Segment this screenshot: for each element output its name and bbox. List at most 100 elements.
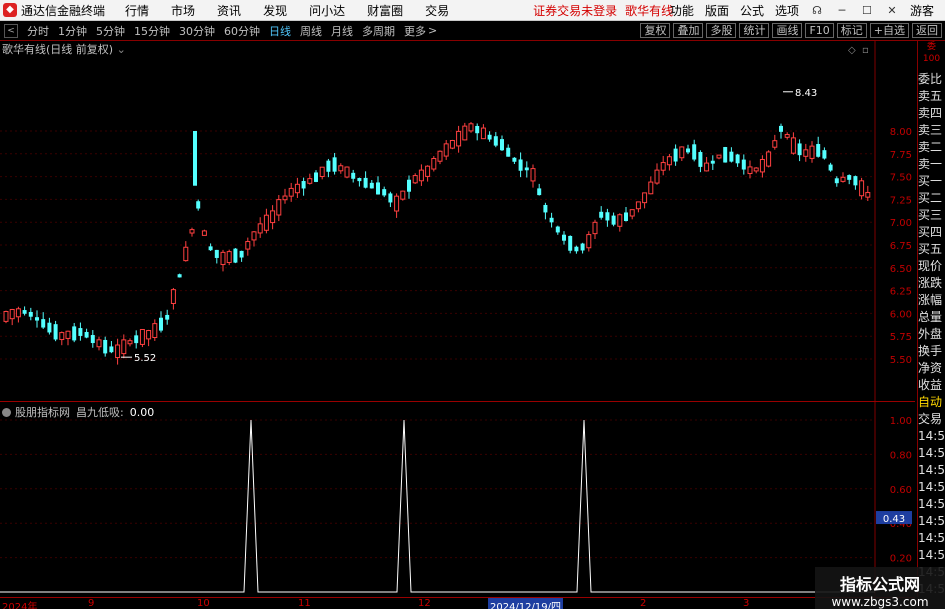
quote-panel-item[interactable]: 14:56: [918, 530, 945, 547]
menu-exchange[interactable]: 市场: [171, 2, 195, 19]
settings-icon[interactable]: ▫: [862, 45, 869, 56]
quote-panel-item[interactable]: 卖四: [918, 105, 945, 122]
menu-formula[interactable]: 公式: [740, 2, 764, 19]
candle-body: [790, 137, 796, 154]
period-15min[interactable]: 15分钟: [134, 23, 170, 39]
menubar: ◆ 通达信金融终端 行情 市场 资讯 发现 问小达 财富圈 交易 证券交易未登录…: [0, 0, 945, 21]
period-30min[interactable]: 30分钟: [179, 23, 215, 39]
user-label[interactable]: 游客: [910, 2, 934, 19]
quote-panel-item[interactable]: 买五: [918, 241, 945, 258]
close-icon[interactable]: ✕: [885, 4, 899, 17]
quote-panel-item[interactable]: 净资: [918, 360, 945, 377]
quote-panel-item[interactable]: 收益: [918, 377, 945, 394]
menu-options[interactable]: 选项: [775, 2, 799, 19]
quote-panel-item[interactable]: 14:56: [918, 547, 945, 564]
menu-discover[interactable]: 发现: [263, 2, 287, 19]
multi-stock-button[interactable]: 多股: [706, 23, 737, 38]
quote-panel-item[interactable]: 卖五: [918, 88, 945, 105]
high-price-label: 8.43: [795, 88, 817, 99]
candle-body: [443, 143, 449, 157]
period-tick[interactable]: 分时: [27, 23, 49, 39]
kline-chart[interactable]: 歌华有线(日线 前复权) ⌄ 8.00 7.75 7.50 7.25 7.00 6.75 6…: [0, 41, 915, 401]
quote-panel-item[interactable]: 交易: [918, 411, 945, 428]
quote-panel-item[interactable]: 14:56: [918, 445, 945, 462]
period-multi[interactable]: 多周期: [362, 23, 395, 39]
quote-panel-item[interactable]: 卖二: [918, 139, 945, 156]
candle-body: [28, 311, 33, 317]
quote-panel-item[interactable]: 涨幅: [918, 292, 945, 309]
candle-body: [679, 146, 685, 159]
candle-body: [493, 136, 498, 146]
quote-panel-item[interactable]: 14:56: [918, 479, 945, 496]
candle-body: [9, 308, 15, 320]
period-1min[interactable]: 1分钟: [58, 23, 87, 39]
menu-function[interactable]: 功能: [670, 2, 694, 19]
diamond-icon[interactable]: ◇: [848, 45, 856, 56]
menu-wealth[interactable]: 财富圈: [367, 2, 403, 19]
quote-panel-item[interactable]: 14:56: [918, 496, 945, 513]
price-tick-label: 8.00: [890, 127, 912, 138]
candle-body: [270, 210, 276, 224]
candle-body: [549, 217, 554, 223]
candle-body: [692, 144, 697, 160]
period-daily[interactable]: 日线: [269, 23, 291, 39]
quote-panel-item[interactable]: 14:56: [918, 462, 945, 479]
candle-body: [654, 169, 660, 184]
period-weekly[interactable]: 周线: [300, 23, 322, 39]
quote-panel: 委 100 委比 卖五 卖四 卖三 卖二 卖一 买一 买二 买三 买四 买五 现价 涨跌 涨幅 总量 外盘 换手…: [917, 41, 945, 597]
adjust-button[interactable]: 复权: [640, 23, 671, 38]
menu-layout[interactable]: 版面: [705, 2, 729, 19]
candle-body: [170, 289, 176, 304]
period-monthly[interactable]: 月线: [331, 23, 353, 39]
indicator-chart[interactable]: 股朋指标网 昌九低吸: 0.00 1.00 0.80 0.60 0.40 0.20 0.4…: [0, 401, 915, 598]
draw-line-button[interactable]: 画线: [772, 23, 803, 38]
quote-panel-item[interactable]: 买三: [918, 207, 945, 224]
quote-panel-item[interactable]: 现价: [918, 258, 945, 275]
candle-body: [201, 230, 207, 236]
period-more[interactable]: 更多: [404, 23, 426, 39]
app-name: 通达信金融终端: [21, 3, 106, 18]
quote-panel-item[interactable]: 卖三: [918, 122, 945, 139]
period-5min[interactable]: 5分钟: [96, 23, 125, 39]
back-arrow-icon[interactable]: <: [4, 23, 18, 38]
candle-body: [41, 319, 46, 328]
menu-market[interactable]: 行情: [125, 2, 149, 19]
candle-body: [22, 310, 27, 314]
maximize-icon[interactable]: ☐: [860, 4, 874, 17]
quote-panel-item[interactable]: 买二: [918, 190, 945, 207]
f10-button[interactable]: F10: [805, 23, 834, 38]
quote-panel-item[interactable]: 自动: [918, 394, 945, 411]
overlay-button[interactable]: 叠加: [673, 23, 704, 38]
candle-body: [394, 195, 400, 212]
candle-body: [537, 188, 542, 196]
stats-button[interactable]: 统计: [739, 23, 770, 38]
quote-panel-item[interactable]: 委比: [918, 71, 945, 88]
quote-panel-item[interactable]: 买四: [918, 224, 945, 241]
minimize-icon[interactable]: ─: [835, 4, 849, 17]
date-label: 3: [743, 598, 750, 609]
login-notice[interactable]: 证券交易未登录: [533, 2, 617, 19]
menu-news[interactable]: 资讯: [217, 2, 241, 19]
quote-panel-item[interactable]: 买一: [918, 173, 945, 190]
period-60min[interactable]: 60分钟: [224, 23, 260, 39]
quote-panel-item[interactable]: 换手: [918, 343, 945, 360]
candle-body: [121, 339, 127, 355]
candle-body: [574, 246, 579, 252]
menu-trade[interactable]: 交易: [425, 2, 449, 19]
quote-panel-item[interactable]: 卖一: [918, 156, 945, 173]
quote-panel-item[interactable]: 总量: [918, 309, 945, 326]
price-tick-label: 5.75: [890, 332, 912, 343]
quote-panel-item[interactable]: 外盘: [918, 326, 945, 343]
quote-panel-item[interactable]: 14:56: [918, 513, 945, 530]
mark-button[interactable]: 标记: [836, 23, 867, 38]
add-watchlist-button[interactable]: +自选: [869, 23, 909, 38]
date-label: 12: [418, 598, 431, 609]
quote-panel-item[interactable]: 14:56: [918, 428, 945, 445]
candle-body: [251, 231, 257, 241]
more-arrow-icon[interactable]: >: [428, 24, 437, 37]
quote-panel-item[interactable]: 涨跌: [918, 275, 945, 292]
menu-ask[interactable]: 问小达: [309, 2, 345, 19]
return-button[interactable]: 返回: [912, 23, 942, 38]
candle-body: [326, 160, 331, 172]
headset-icon[interactable]: ☊: [810, 4, 824, 17]
